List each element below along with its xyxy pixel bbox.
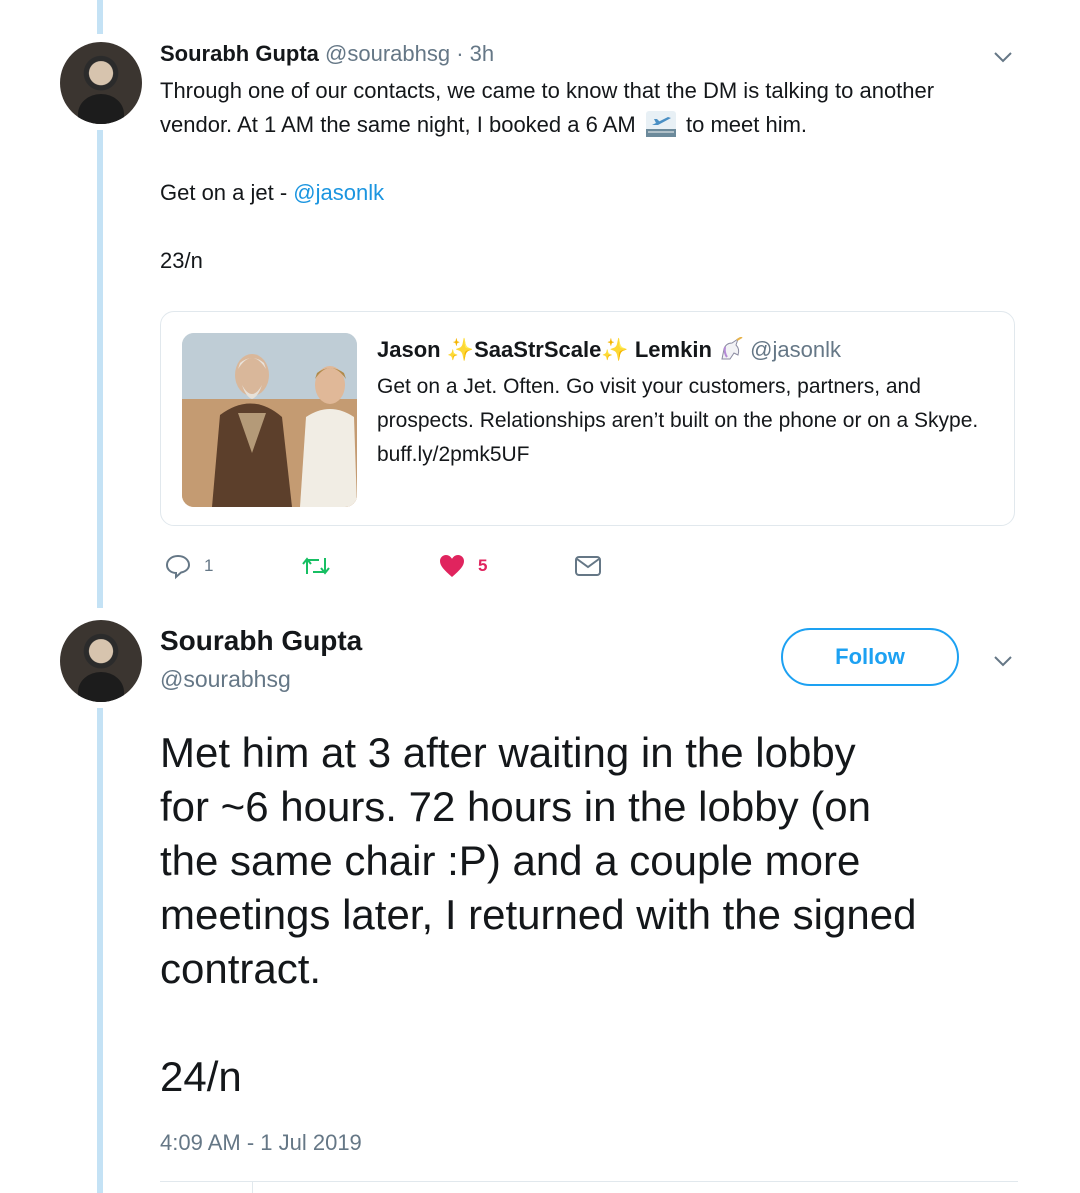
author-name[interactable]: Sourabh Gupta (160, 624, 362, 658)
follow-button[interactable]: Follow (781, 628, 959, 686)
envelope-icon (575, 556, 601, 576)
direct-message-button[interactable] (574, 552, 602, 580)
tweet-text: Through one of our contacts, we came to … (160, 74, 1030, 278)
avatar[interactable] (60, 42, 142, 124)
tweet-time[interactable]: · 3h (456, 41, 494, 66)
thread-index: 24/n (160, 1053, 242, 1100)
thread-index: 23/n (160, 248, 203, 273)
like-button[interactable]: 5 (438, 552, 487, 580)
tweet-text-segment: to meet him. (686, 112, 808, 137)
mention-link[interactable]: @jasonlk (293, 180, 384, 205)
thread-line-bottom (97, 708, 103, 1193)
airplane-departure-icon (645, 111, 676, 137)
quoted-tweet-image (182, 333, 357, 507)
tweet-text-line: the same chair :P) and a couple more (160, 837, 861, 884)
tweet-text-segment: vendor. At 1 AM the same night, I booked… (160, 112, 636, 137)
unicorn-icon (718, 336, 744, 361)
tweet-text-segment: Get on a jet - (160, 180, 294, 205)
tweet-actions: 1 5 (160, 552, 660, 584)
quoted-tweet-text: Get on a Jet. Often. Go visit your custo… (377, 375, 979, 466)
tweet-text-line: meetings later, I returned with the sign… (160, 891, 917, 938)
reply-button[interactable]: 1 (164, 552, 213, 580)
thread-line-middle (97, 130, 103, 608)
thread-line-top (97, 0, 103, 34)
quoted-tweet-card[interactable]: Jason ✨SaaStrScale✨ Lemkin @jasonlk Get … (160, 311, 1015, 526)
chevron-down-icon[interactable] (992, 46, 1014, 68)
tweet-text-line: Get on a jet - @jasonlk (160, 176, 1030, 210)
quoted-author-handle[interactable]: @jasonlk (750, 337, 841, 362)
sparkles-icon: ✨ (601, 337, 629, 362)
sparkles-icon: ✨ (446, 337, 475, 362)
chevron-down-icon[interactable] (992, 650, 1014, 672)
reply-count: 1 (204, 556, 214, 575)
divider (252, 1182, 253, 1193)
retweet-button[interactable] (300, 552, 344, 580)
tweet-text-line: Through one of our contacts, we came to … (160, 78, 935, 103)
retweet-icon (302, 557, 330, 575)
author-name[interactable]: Sourabh Gupta (160, 41, 319, 66)
author-handle[interactable]: @sourabhsg (160, 664, 291, 694)
like-count: 5 (478, 556, 488, 575)
tweet-text-line: for ~6 hours. 72 hours in the lobby (on (160, 783, 871, 830)
divider (160, 1181, 1018, 1182)
tweet-text-line: contract. (160, 945, 322, 992)
tweet-text-line: vendor. At 1 AM the same night, I booked… (160, 108, 1030, 142)
quoted-tweet-header: Jason ✨SaaStrScale✨ Lemkin @jasonlk (377, 336, 841, 364)
reply-icon (165, 554, 191, 580)
heart-icon (440, 555, 464, 577)
tweet-text-line: Met him at 3 after waiting in the lobby (160, 729, 856, 776)
quoted-name-segment: Lemkin (634, 337, 712, 362)
tweet-header: Sourabh Gupta @sourabhsg · 3h (160, 40, 494, 68)
tweet-text: Met him at 3 after waiting in the lobby … (160, 726, 1040, 1104)
quoted-name-segment: Jason (377, 337, 441, 362)
avatar[interactable] (60, 620, 142, 702)
quoted-author-name[interactable]: Jason ✨SaaStrScale✨ Lemkin (377, 337, 718, 362)
tweet-timestamp[interactable]: 4:09 AM - 1 Jul 2019 (160, 1128, 362, 1158)
author-handle[interactable]: @sourabhsg (325, 41, 450, 66)
quoted-name-segment: SaaStrScale (474, 337, 602, 362)
